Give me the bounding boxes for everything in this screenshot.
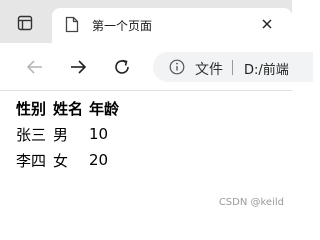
page-icon bbox=[65, 16, 79, 33]
forward-arrow-icon bbox=[71, 60, 87, 74]
back-button[interactable] bbox=[21, 53, 49, 81]
table-row: 李四 女 20 bbox=[16, 147, 126, 173]
browser-toolbar: 文件 D:/前端 bbox=[0, 43, 313, 91]
reload-icon bbox=[115, 59, 129, 74]
table-row: 张三 男 10 bbox=[16, 121, 126, 147]
tab-close-button[interactable] bbox=[255, 12, 279, 36]
header-age: 年龄 bbox=[89, 99, 120, 118]
info-icon[interactable] bbox=[169, 59, 185, 75]
forward-button[interactable] bbox=[64, 53, 92, 81]
data-table: 性别 姓名 年龄 张三 男 10 李四 女 20 bbox=[16, 95, 126, 173]
table-cell: 10 bbox=[89, 125, 109, 143]
table-cell: 20 bbox=[89, 151, 109, 169]
address-separator bbox=[232, 60, 233, 75]
watermark: CSDN @keild bbox=[218, 197, 284, 208]
reload-button[interactable] bbox=[108, 53, 136, 81]
header-gender: 性别 bbox=[16, 99, 47, 118]
page-content: 性别 姓名 年龄 张三 男 10 李四 女 20 bbox=[16, 95, 126, 173]
site-info-label[interactable]: 文件 bbox=[195, 59, 223, 79]
table-header-row: 性别 姓名 年龄 bbox=[16, 95, 126, 121]
header-name: 姓名 bbox=[53, 99, 84, 118]
close-icon bbox=[262, 19, 272, 29]
url-text[interactable]: D:/前端 bbox=[244, 59, 289, 78]
table-cell: 李四 bbox=[16, 151, 47, 170]
table-cell: 男 bbox=[53, 125, 69, 144]
back-arrow-icon bbox=[26, 60, 42, 74]
browser-tab[interactable]: 第一个页面 bbox=[52, 8, 292, 43]
tab-actions-button[interactable] bbox=[10, 9, 40, 37]
tab-actions-icon bbox=[17, 15, 33, 31]
tab-strip: 第一个页面 bbox=[0, 0, 292, 43]
address-bar[interactable]: 文件 D:/前端 bbox=[153, 52, 313, 82]
table-cell: 张三 bbox=[16, 125, 47, 144]
tab-title: 第一个页面 bbox=[92, 19, 153, 33]
table-cell: 女 bbox=[53, 151, 69, 170]
